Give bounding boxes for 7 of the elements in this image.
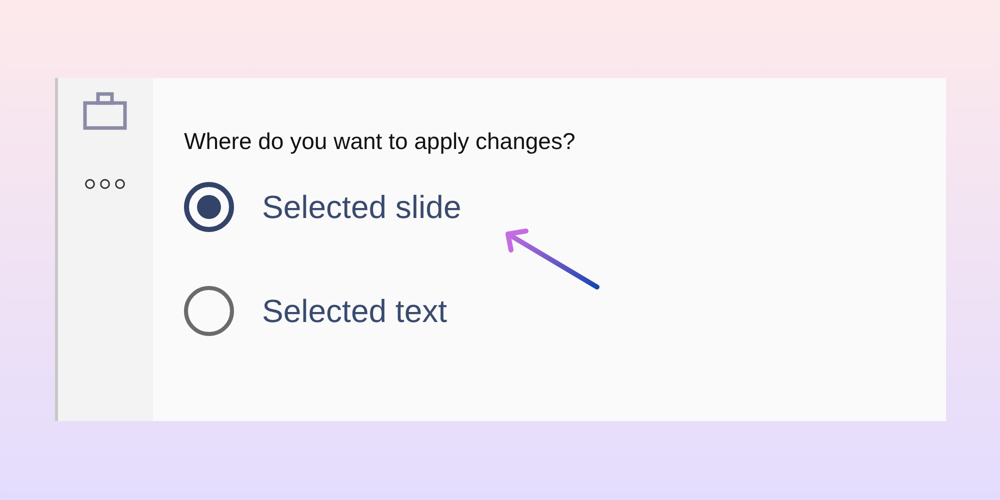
- question-text: Where do you want to apply changes?: [184, 128, 576, 155]
- radio-button[interactable]: [184, 286, 234, 336]
- option-label[interactable]: Selected slide: [262, 188, 462, 226]
- briefcase-icon[interactable]: [82, 92, 126, 130]
- radio-button[interactable]: [184, 182, 234, 232]
- more-icon[interactable]: [84, 178, 126, 190]
- option-label[interactable]: Selected text: [262, 292, 447, 330]
